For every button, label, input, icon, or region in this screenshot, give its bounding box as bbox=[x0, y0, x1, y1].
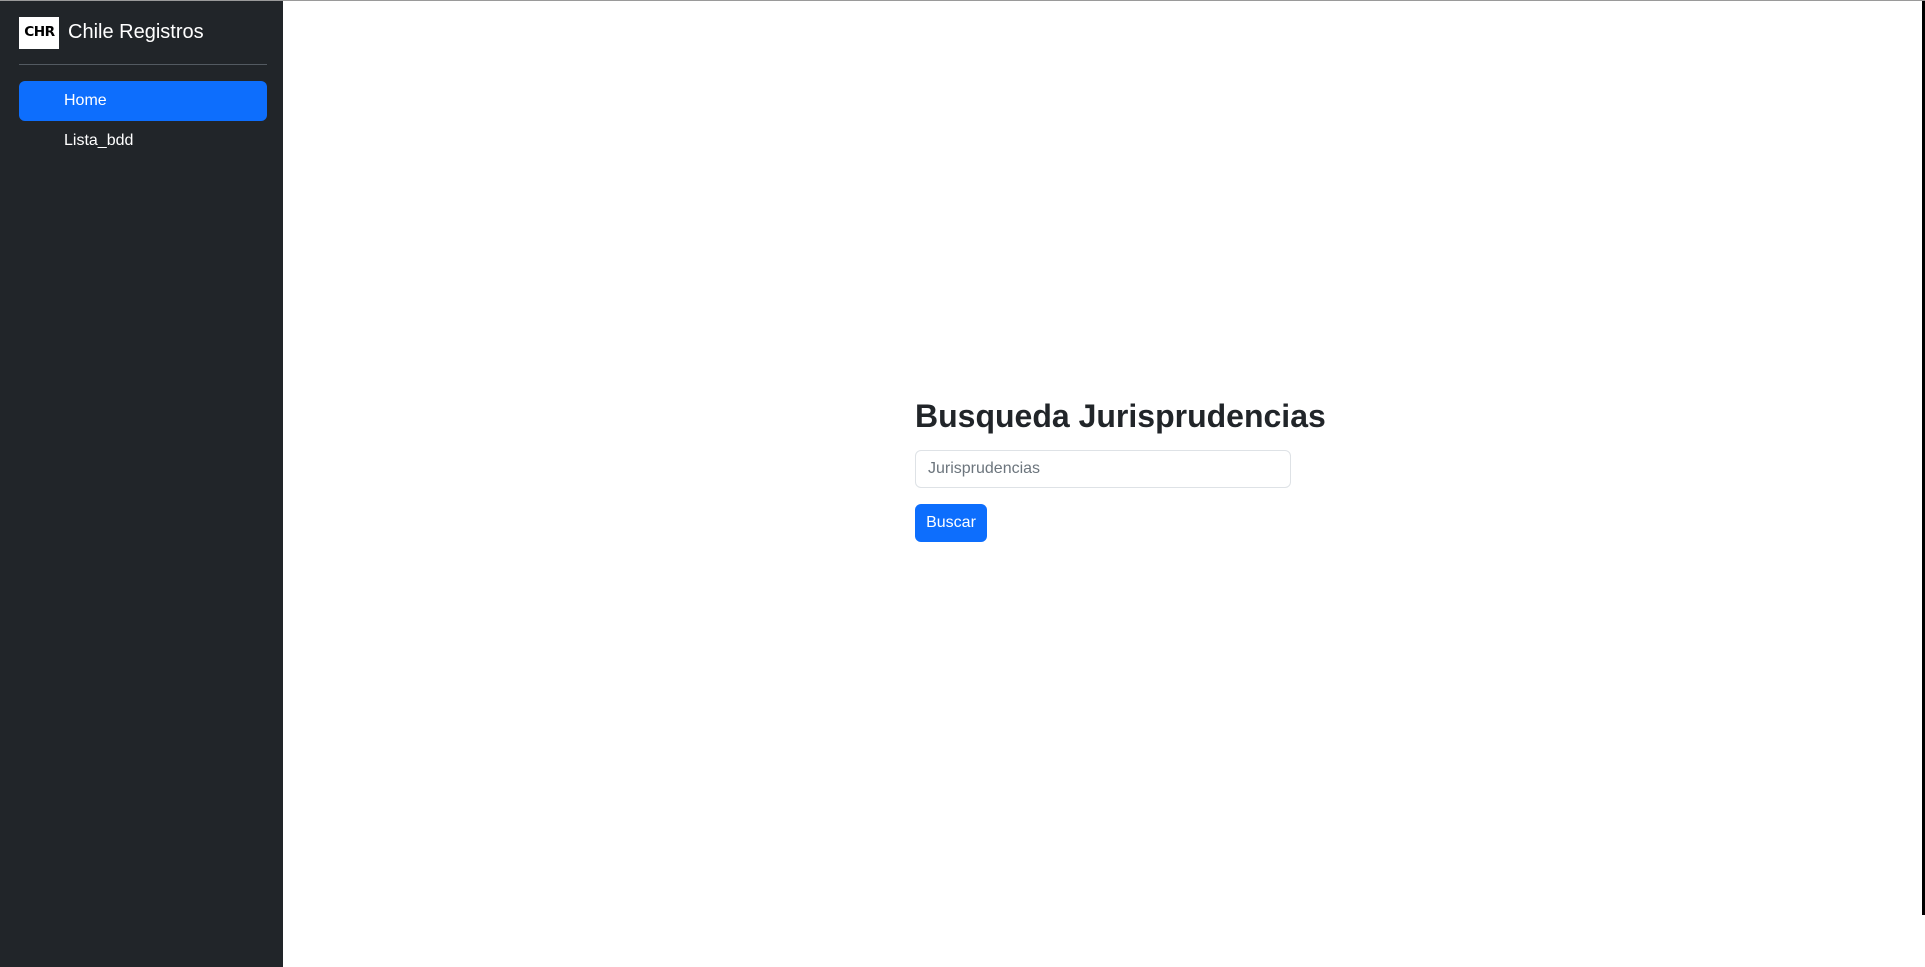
sidebar-item-lista-bdd[interactable]: Lista_bdd bbox=[19, 121, 267, 161]
brand[interactable]: CHR Chile Registros bbox=[19, 1, 267, 65]
sidebar: CHR Chile Registros Home Lista_bdd bbox=[0, 1, 283, 967]
top-border bbox=[0, 0, 1925, 1]
sidebar-nav: Home Lista_bdd bbox=[19, 81, 267, 161]
sidebar-item-label: Home bbox=[64, 92, 107, 109]
main-content: Busqueda Jurisprudencias Buscar bbox=[915, 396, 1326, 542]
brand-logo: CHR bbox=[19, 16, 59, 49]
sidebar-item-label: Lista_bdd bbox=[64, 132, 134, 149]
sidebar-item-home[interactable]: Home bbox=[19, 81, 267, 121]
brand-name: Chile Registros bbox=[68, 21, 204, 43]
brand-logo-text: CHR bbox=[23, 25, 55, 40]
search-input[interactable] bbox=[915, 450, 1291, 488]
page-title: Busqueda Jurisprudencias bbox=[915, 398, 1326, 434]
app-window: CHR Chile Registros Home Lista_bdd Busqu… bbox=[0, 0, 1925, 967]
search-button[interactable]: Buscar bbox=[915, 504, 987, 542]
